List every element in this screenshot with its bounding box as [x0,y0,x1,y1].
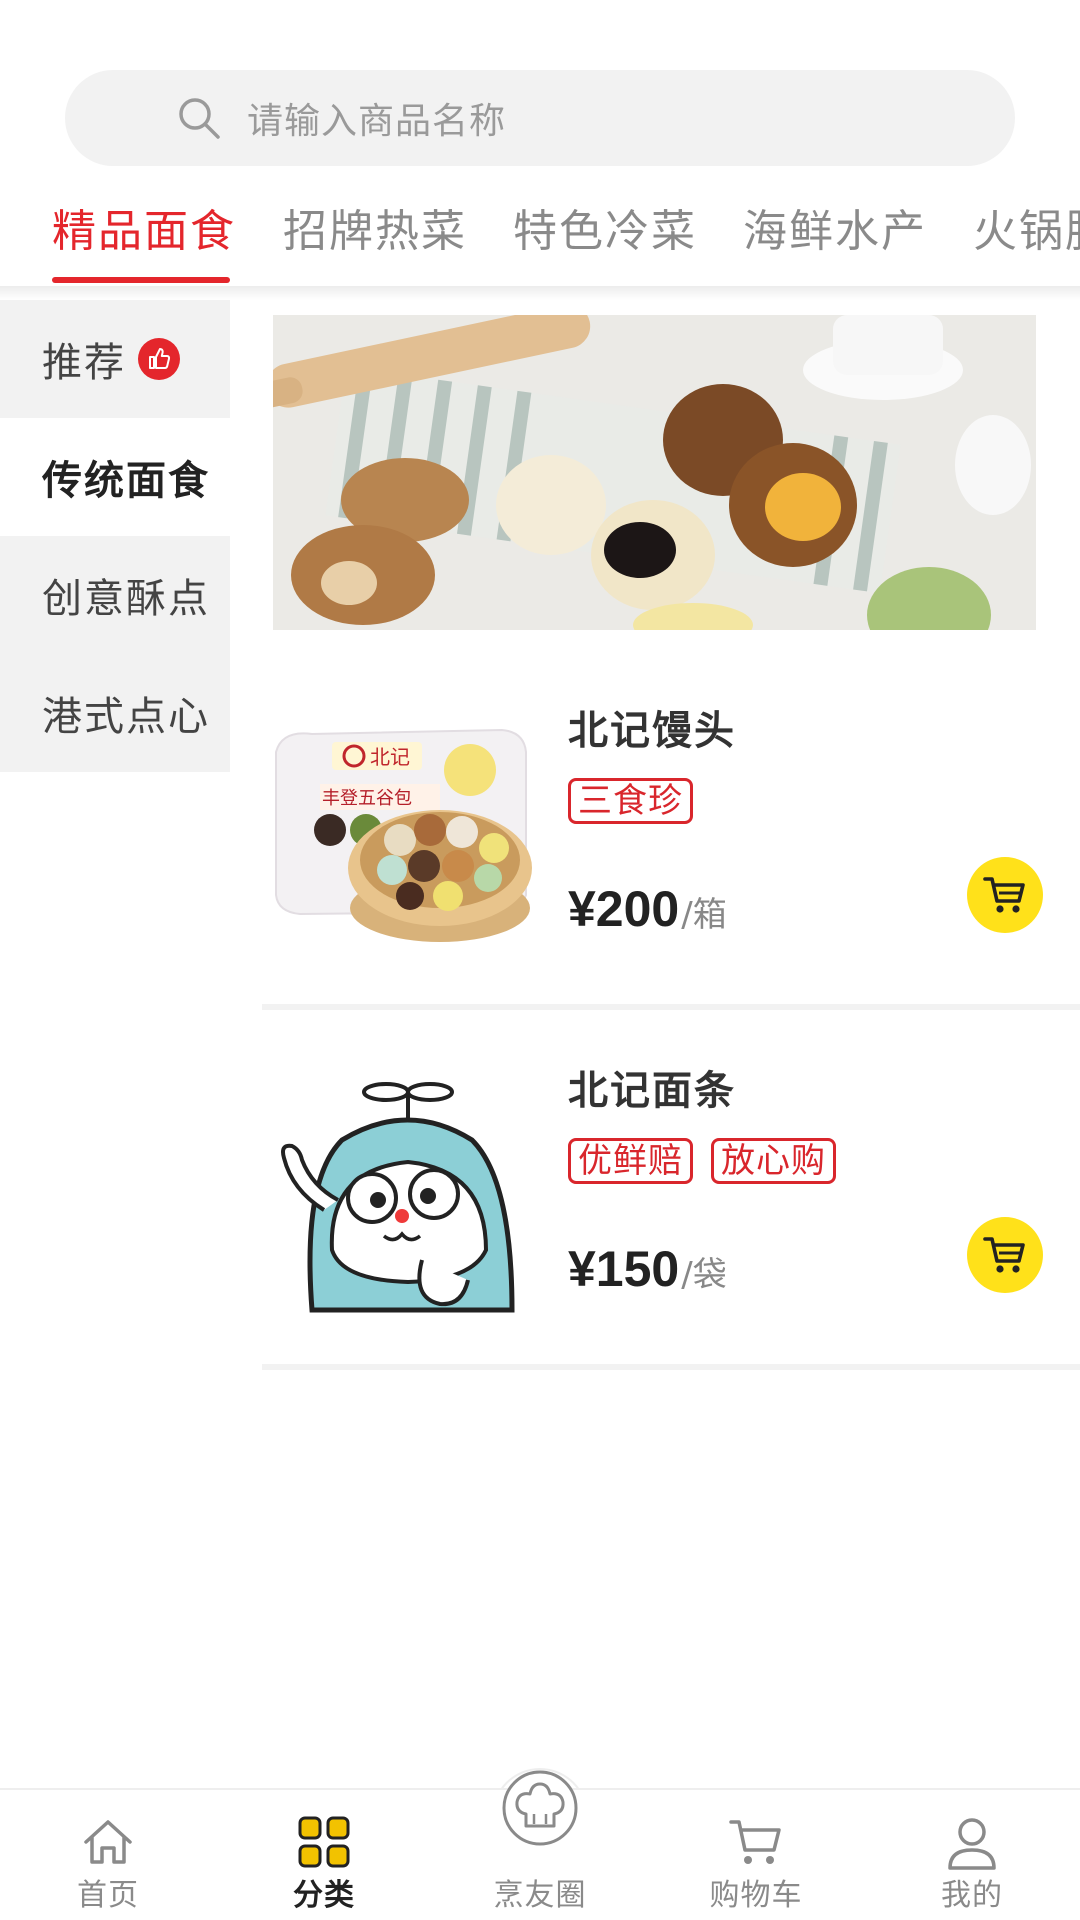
sidebar-item-creative-pastry[interactable]: 创意酥点 [0,536,230,654]
sidebar-item-hk-dimsum[interactable]: 港式点心 [0,654,230,772]
cart-icon [983,1237,1025,1273]
chef-hat-icon [502,1770,578,1846]
nav-label: 烹友圈 [493,1878,587,1913]
product-tags: 优鲜赔 放心购 [568,1138,854,1184]
tab-tese-lengcai[interactable]: 特色冷菜 [513,195,697,285]
nav-chef-circle[interactable]: 烹友圈 [460,1770,620,1920]
tab-huoguo[interactable]: 火锅腸 [973,195,1080,285]
nav-category[interactable]: 分类 [244,1790,404,1920]
tab-jingpin-mianshi[interactable]: 精品面食 [52,195,236,285]
product-card[interactable]: 北记 丰登五谷包 北记馒头 三食珍 ¥200 /箱 [262,650,1080,1010]
subcategory-sidebar: 推荐 传统面食 创意酥点 港式点心 [0,300,230,772]
category-tabs: 精品面食 招牌热菜 特色冷菜 海鲜水产 火锅腸 [0,195,1080,285]
nav-label: 我的 [941,1878,1003,1913]
product-price: ¥150 /袋 [568,1240,727,1298]
nav-label: 分类 [293,1878,355,1913]
package-brand: 北记 [370,745,410,769]
search-placeholder: 请输入商品名称 [247,101,507,142]
product-tag: 优鲜赔 [568,1138,693,1184]
product-tags: 三食珍 [568,778,711,824]
promo-banner[interactable] [273,315,1036,630]
thumbs-up-icon [138,338,180,380]
product-tag: 三食珍 [568,778,693,824]
category-grid-icon [298,1816,350,1868]
add-to-cart-button[interactable] [967,1217,1043,1293]
product-tag: 放心购 [711,1138,836,1184]
search-icon [179,98,220,139]
pastry-banner-image [273,315,1036,630]
sidebar-item-recommend[interactable]: 推荐 [0,300,230,418]
package-title: 丰登五谷包 [322,788,412,809]
category-page: 请输入商品名称 精品面食 招牌热菜 特色冷菜 海鲜水产 火锅腸 推荐 传统面食 … [0,0,1080,1920]
home-icon [84,1820,132,1864]
product-card[interactable]: 北记面条 优鲜赔 放心购 ¥150 /袋 [262,1010,1080,1370]
add-to-cart-button[interactable] [967,857,1043,933]
tab-zhaopai-recai[interactable]: 招牌热菜 [283,195,467,285]
search-input[interactable]: 请输入商品名称 [65,70,1015,166]
nav-cart[interactable]: 购物车 [676,1790,836,1920]
price-amount: ¥200 [568,881,680,937]
product-image: 北记 丰登五谷包 [272,700,534,960]
tab-haixian-shuichan[interactable]: 海鲜水产 [743,195,927,285]
nav-home[interactable]: 首页 [28,1790,188,1920]
tabs-divider [0,286,1080,300]
product-name[interactable]: 北记馒头 [568,698,736,756]
nav-profile[interactable]: 我的 [892,1790,1052,1920]
cart-icon [983,877,1025,913]
nav-label: 购物车 [709,1878,803,1913]
price-amount: ¥150 [568,1241,680,1297]
sidebar-item-label: 推荐 [42,340,126,386]
product-price: ¥200 /箱 [568,880,727,938]
price-unit: /箱 [681,895,727,935]
product-image [272,1060,534,1320]
price-unit: /袋 [681,1255,727,1295]
bottom-navigation: 首页 分类 烹友圈 购物车 我的 [0,1770,1080,1920]
sidebar-item-traditional[interactable]: 传统面食 [0,418,230,536]
active-tab-indicator [52,277,230,283]
profile-icon [948,1818,996,1870]
product-name[interactable]: 北记面条 [568,1058,736,1116]
cart-icon [729,1820,781,1864]
nav-label: 首页 [77,1878,139,1913]
